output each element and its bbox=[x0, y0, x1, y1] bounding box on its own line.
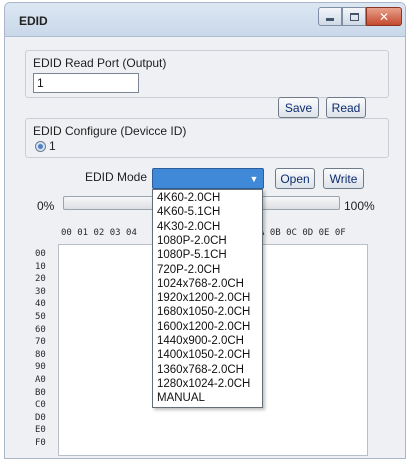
edid-mode-option[interactable]: 1920x1200-2.0CH bbox=[157, 292, 250, 304]
device-id-radio[interactable] bbox=[35, 141, 46, 152]
hex-row-label: 80 bbox=[35, 349, 46, 360]
hex-row-label: 20 bbox=[35, 274, 46, 285]
edid-mode-option[interactable]: 1440x900-2.0CH bbox=[157, 335, 244, 347]
edid-mode-option[interactable]: 1024x768-2.0CH bbox=[157, 278, 244, 290]
maximize-icon bbox=[349, 12, 359, 21]
save-button[interactable]: Save bbox=[278, 97, 319, 118]
hex-row-label: 90 bbox=[35, 362, 46, 373]
hex-row-label: D0 bbox=[35, 412, 46, 423]
read-port-label: EDID Read Port (Output) bbox=[33, 56, 167, 70]
open-button[interactable]: Open bbox=[275, 168, 315, 189]
chevron-down-icon[interactable]: ▼ bbox=[247, 171, 261, 186]
title-bar[interactable]: EDID ✕ bbox=[5, 3, 405, 37]
edid-mode-option[interactable]: 1400x1050-2.0CH bbox=[157, 349, 250, 361]
hex-row-label: A0 bbox=[35, 375, 46, 385]
edid-mode-option[interactable]: 4K30-2.0CH bbox=[157, 221, 220, 233]
hex-row-label: F0 bbox=[35, 438, 46, 448]
minimize-icon bbox=[326, 18, 334, 21]
edid-mode-option[interactable]: 720P-2.0CH bbox=[157, 264, 220, 276]
edid-mode-option[interactable]: 1080P-2.0CH bbox=[157, 235, 227, 247]
device-id-label: 1 bbox=[49, 139, 56, 153]
edid-mode-option[interactable]: 4K60-2.0CH bbox=[157, 192, 220, 204]
write-button[interactable]: Write bbox=[323, 168, 364, 189]
edid-mode-dropdown[interactable]: 4K60-2.0CH 4K60-5.1CH 4K30-2.0CH 1080P-2.0C… bbox=[152, 189, 263, 408]
edid-mode-option[interactable]: 1680x1050-2.0CH bbox=[157, 306, 250, 318]
configure-label: EDID Configure (Devicce ID) bbox=[33, 124, 187, 138]
edid-window: EDID ✕ EDID Read Port (Output) 1 Save Re… bbox=[4, 2, 406, 459]
maximize-button[interactable] bbox=[342, 7, 366, 26]
read-port-input[interactable]: 1 bbox=[33, 73, 139, 93]
hex-row-label: E0 bbox=[35, 425, 46, 436]
minimize-button[interactable] bbox=[318, 7, 342, 26]
edid-mode-label: EDID Mode bbox=[85, 170, 148, 184]
close-button[interactable]: ✕ bbox=[366, 7, 402, 26]
hex-row-label: 40 bbox=[35, 299, 46, 310]
edid-mode-option[interactable]: 1360x768-2.0CH bbox=[157, 364, 244, 376]
hex-header-right: A 0B 0C 0D 0E 0F bbox=[259, 228, 346, 238]
progress-max-label: 100% bbox=[344, 199, 375, 213]
edid-mode-option[interactable]: 4K60-5.1CH bbox=[157, 206, 220, 218]
hex-row-label: C0 bbox=[35, 400, 46, 411]
hex-row-label: 50 bbox=[35, 312, 46, 322]
edid-mode-option[interactable]: 1080P-5.1CH bbox=[157, 249, 227, 261]
edid-mode-option[interactable]: 1600x1200-2.0CH bbox=[157, 321, 250, 333]
hex-row-label: 30 bbox=[35, 286, 46, 297]
hex-header-left: 00 01 02 03 04 bbox=[61, 228, 137, 238]
hex-row-label: B0 bbox=[35, 387, 46, 398]
progress-min-label: 0% bbox=[37, 199, 55, 213]
hex-row-label: 70 bbox=[35, 337, 46, 348]
edid-mode-select[interactable]: ▼ bbox=[152, 168, 264, 189]
hex-row-label: 00 bbox=[35, 249, 46, 259]
window-title: EDID bbox=[19, 14, 48, 28]
edid-mode-option[interactable]: MANUAL bbox=[157, 392, 205, 404]
close-icon: ✕ bbox=[378, 9, 390, 24]
read-button[interactable]: Read bbox=[326, 97, 366, 118]
hex-row-label: 60 bbox=[35, 324, 46, 335]
hex-row-label: 10 bbox=[35, 261, 46, 272]
edid-mode-option[interactable]: 1280x1024-2.0CH bbox=[157, 378, 250, 390]
